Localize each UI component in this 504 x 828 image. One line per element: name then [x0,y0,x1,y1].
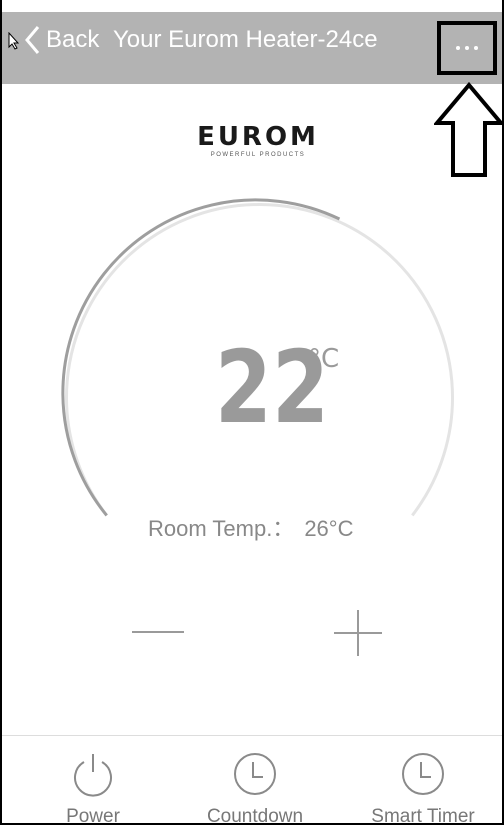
increase-temp-button[interactable] [330,608,386,658]
power-icon [74,754,112,797]
tab-smart-timer[interactable]: Smart Timer [348,750,498,828]
bottom-tab-bar: Power Countdown Smart Timer [0,736,504,828]
clock-icon [234,753,276,795]
room-temp-label: Room Temp.： [148,516,295,541]
plus-icon [334,610,382,656]
tab-power[interactable]: Power [18,750,168,828]
minus-icon [132,631,184,633]
tab-countdown[interactable]: Countdown [180,750,330,828]
room-temp-value: 26°C [304,516,354,541]
set-temperature-value: 22 [214,329,330,446]
clock-icon [402,753,444,795]
room-temperature: Room Temp.： 26°C [148,511,353,543]
temperature-unit: °C [308,344,340,374]
decrease-temp-button[interactable] [126,610,190,654]
